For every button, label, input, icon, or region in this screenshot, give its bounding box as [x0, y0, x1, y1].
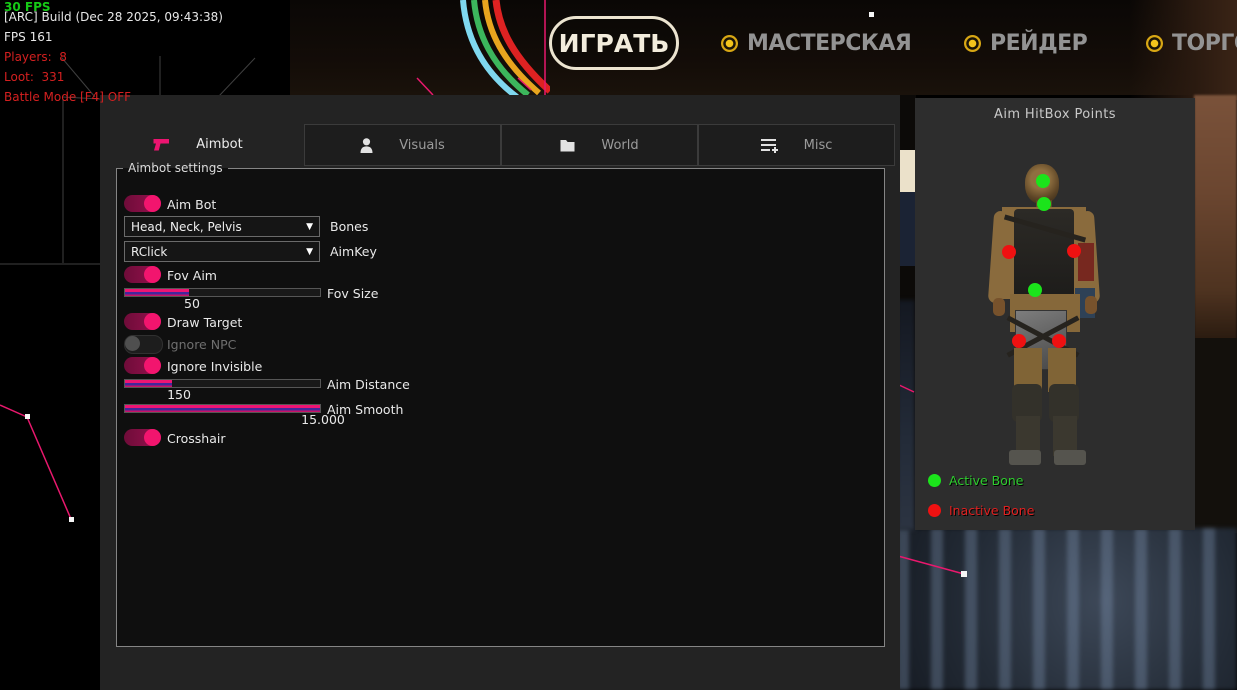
draw-target-toggle[interactable]: [124, 313, 161, 330]
cheat-menu-panel: Aimbot Visuals World Misc Aimbot setting…: [100, 95, 900, 690]
aimbot-settings-group: Aimbot settings Aim Bot Head, Neck, Pelv…: [116, 168, 885, 647]
aimkey-label: AimKey: [330, 244, 377, 259]
model-left-boot: [1009, 450, 1041, 465]
menu-item-raider[interactable]: РЕЙДЕР: [964, 29, 1087, 57]
chevron-down-icon: ▼: [306, 247, 313, 257]
pistol-icon: [153, 138, 170, 152]
ignore-invisible-label: Ignore Invisible: [167, 359, 262, 374]
play-button-label: ИГРАТЬ: [559, 29, 670, 58]
fov-aim-label: Fov Aim: [167, 268, 217, 283]
aim-hitbox-panel: Aim HitBox Points Active Bone: [915, 98, 1195, 530]
aim-distance-label: Aim Distance: [327, 377, 410, 392]
person-icon: [360, 138, 373, 153]
bones-dropdown-value: Head, Neck, Pelvis: [131, 220, 242, 234]
toggle-knob: [144, 313, 161, 330]
aim-smooth-value: 15.000: [301, 412, 345, 427]
sliders-icon: [761, 138, 778, 153]
hitbox-point-right-arm[interactable]: [1067, 244, 1081, 258]
slider-fill: [125, 289, 189, 296]
aim-distance-value: 150: [157, 387, 201, 402]
game-main-menu: ИГРАТЬ МАСТЕРСКАЯ РЕЙДЕР ТОРГОВЛЯ: [0, 0, 1237, 95]
legend-active-bone: Active Bone: [928, 473, 1023, 488]
model-right-hand: [1085, 296, 1097, 314]
menu-item-label: МАСТЕРСКАЯ: [747, 31, 911, 56]
legend-label: Inactive Bone: [949, 503, 1034, 518]
fov-aim-toggle[interactable]: [124, 266, 161, 283]
chevron-down-icon: ▼: [306, 222, 313, 232]
ignore-npc-toggle[interactable]: [124, 335, 163, 354]
bones-dropdown[interactable]: Head, Neck, Pelvis ▼: [124, 216, 320, 237]
menu-item-trade[interactable]: ТОРГОВЛЯ: [1146, 29, 1237, 57]
tab-visuals[interactable]: Visuals: [304, 124, 501, 166]
slider-fill: [125, 380, 172, 387]
toggle-knob: [144, 195, 161, 212]
toggle-knob: [144, 357, 161, 374]
fov-size-slider[interactable]: [124, 288, 321, 297]
bones-label: Bones: [330, 219, 368, 234]
aim-bot-toggle[interactable]: [124, 195, 161, 212]
hitbox-point-right-thigh[interactable]: [1052, 334, 1066, 348]
coin-icon: [964, 35, 981, 52]
toggle-knob: [144, 429, 161, 446]
hitbox-point-left-thigh[interactable]: [1012, 334, 1026, 348]
aim-bot-label: Aim Bot: [167, 197, 216, 212]
legend-inactive-bone: Inactive Bone: [928, 503, 1034, 518]
play-button[interactable]: ИГРАТЬ: [549, 16, 679, 70]
menu-item-label: ТОРГОВЛЯ: [1172, 31, 1237, 56]
active-bone-dot-icon: [928, 474, 941, 487]
hitbox-point-neck[interactable]: [1037, 197, 1051, 211]
hitbox-point-left-arm[interactable]: [1002, 245, 1016, 259]
coin-icon: [721, 35, 738, 52]
tab-label: Aimbot: [196, 137, 242, 152]
inactive-bone-dot-icon: [928, 504, 941, 517]
model-left-hand: [993, 298, 1005, 316]
aim-smooth-slider[interactable]: [124, 404, 321, 413]
crosshair-label: Crosshair: [167, 431, 225, 446]
aim-distance-slider[interactable]: [124, 379, 321, 388]
tab-misc[interactable]: Misc: [698, 124, 895, 166]
hitbox-panel-title: Aim HitBox Points: [915, 107, 1195, 122]
tab-aimbot[interactable]: Aimbot: [100, 124, 296, 165]
toggle-knob: [144, 266, 161, 283]
draw-target-label: Draw Target: [167, 315, 242, 330]
menu-item-label: РЕЙДЕР: [990, 31, 1087, 56]
fov-size-value: 50: [170, 296, 214, 311]
aimkey-dropdown[interactable]: RClick ▼: [124, 241, 320, 262]
ignore-invisible-toggle[interactable]: [124, 357, 161, 374]
tab-world[interactable]: World: [501, 124, 698, 166]
aimkey-dropdown-value: RClick: [131, 245, 167, 259]
folder-icon: [560, 139, 575, 152]
crosshair-toggle[interactable]: [124, 429, 161, 446]
slider-fill: [125, 405, 320, 412]
coin-icon: [1146, 35, 1163, 52]
ignore-npc-label: Ignore NPC: [167, 337, 236, 352]
menu-item-workshop[interactable]: МАСТЕРСКАЯ: [721, 29, 911, 57]
toggle-knob: [125, 336, 140, 351]
fov-size-label: Fov Size: [327, 286, 378, 301]
group-title: Aimbot settings: [123, 161, 228, 175]
hitbox-point-head[interactable]: [1036, 174, 1050, 188]
tab-label: World: [601, 138, 638, 153]
legend-label: Active Bone: [949, 473, 1023, 488]
hitbox-point-pelvis[interactable]: [1028, 283, 1042, 297]
tab-label: Misc: [804, 138, 833, 153]
tab-label: Visuals: [399, 138, 445, 153]
model-right-boot: [1054, 450, 1086, 465]
